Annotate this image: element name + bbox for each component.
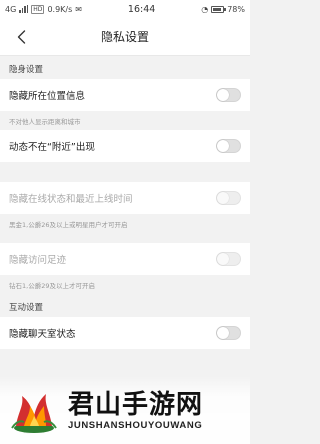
- page-title: 隐私设置: [100, 30, 149, 44]
- nav-bar: 隐私设置: [0, 18, 250, 56]
- setting-row-hide-visit-trace: 隐藏访问足迹: [0, 243, 250, 275]
- setting-hint: 黑金1,公爵26及以上或明星用户才可开启: [9, 220, 128, 229]
- setting-row-hide-chatroom-status: 隐藏聊天室状态: [0, 317, 250, 349]
- watermark-text: 君山手游网 JUNSHANSHOUYOUWANG: [68, 390, 203, 431]
- hide-location-toggle[interactable]: [216, 88, 241, 102]
- setting-row-hide-location: 隐藏所在位置信息: [0, 79, 250, 111]
- status-bar: 4G HD 0.9K/s ✉ 16:44 ◔ 78%: [0, 0, 250, 18]
- status-bar-right: ◔ 78%: [201, 5, 245, 14]
- hd-badge: HD: [31, 4, 45, 14]
- hide-chatroom-status-toggle[interactable]: [216, 326, 241, 340]
- signal-icon: [19, 5, 29, 13]
- back-button[interactable]: [12, 27, 30, 47]
- section-title-stealth: 隐身设置: [9, 65, 44, 75]
- watermark-subtitle: JUNSHANSHOUYOUWANG: [68, 419, 203, 431]
- notification-icon: ✉: [75, 4, 82, 14]
- site-watermark: 君山手游网 JUNSHANSHOUYOUWANG: [0, 376, 250, 444]
- setting-label: 隐藏访问足迹: [9, 255, 67, 266]
- section-title-interaction: 互动设置: [9, 303, 44, 313]
- flame-logo-icon: [11, 394, 57, 433]
- battery-icon: [211, 5, 227, 13]
- setting-label: 隐藏聊天室状态: [9, 329, 76, 340]
- watermark-title: 君山手游网: [68, 389, 204, 420]
- network-type: 4G: [5, 4, 17, 14]
- setting-hint: 不对他人显示距离和城市: [9, 117, 81, 126]
- setting-label: 隐藏所在位置信息: [9, 91, 86, 102]
- hide-from-nearby-toggle[interactable]: [216, 139, 241, 153]
- setting-label: 隐藏在线状态和最近上线时间: [9, 194, 133, 205]
- hide-online-status-toggle[interactable]: [216, 191, 241, 205]
- setting-row-hide-from-nearby: 动态不在“附近”出现: [0, 130, 250, 162]
- network-speed: 0.9K/s: [47, 4, 73, 14]
- setting-label: 动态不在“附近”出现: [9, 142, 95, 153]
- status-bar-left: 4G HD 0.9K/s ✉: [5, 4, 82, 14]
- battery-level: 78%: [227, 4, 245, 14]
- hide-visit-trace-toggle[interactable]: [216, 252, 241, 266]
- chevron-left-icon: [17, 30, 25, 44]
- status-time: 16:44: [127, 3, 156, 15]
- wifi-icon: ◔: [201, 4, 209, 14]
- setting-hint: 钻石1,公爵29及以上才可开启: [9, 281, 95, 290]
- setting-row-hide-online-status: 隐藏在线状态和最近上线时间: [0, 182, 250, 214]
